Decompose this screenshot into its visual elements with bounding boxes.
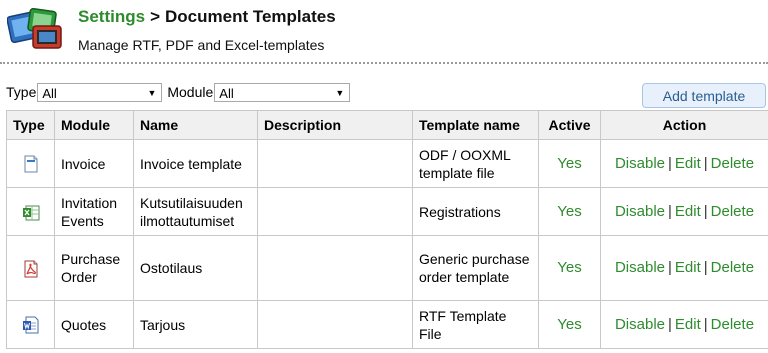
active-status: Yes (538, 139, 601, 188)
breadcrumb-settings-link[interactable]: Settings (78, 7, 145, 26)
page-subtitle: Manage RTF, PDF and Excel-templates (78, 37, 325, 53)
dropdown-arrow-icon: ▼ (147, 87, 157, 98)
action-separator: | (668, 315, 672, 333)
template-name-cell: Registrations (412, 187, 539, 236)
disable-link[interactable]: Disable (615, 155, 665, 172)
module-cell: Invitation Events (54, 187, 134, 236)
delete-link[interactable]: Delete (711, 259, 754, 276)
col-header-active: Active (538, 110, 601, 140)
type-cell (6, 139, 55, 188)
module-filter-value: All (219, 85, 234, 101)
name-cell: Invoice template (133, 139, 258, 188)
dropdown-arrow-icon: ▼ (335, 87, 345, 98)
active-status: Yes (538, 187, 601, 236)
col-header-template-name: Template name (412, 110, 539, 140)
delete-link[interactable]: Delete (711, 316, 754, 333)
edit-link[interactable]: Edit (675, 259, 701, 276)
action-separator: | (703, 202, 708, 220)
action-separator: | (703, 315, 708, 333)
edit-link[interactable]: Edit (675, 316, 701, 333)
module-cell: Quotes (54, 300, 134, 349)
module-filter-select[interactable]: All ▼ (214, 82, 351, 102)
header-divider (0, 62, 768, 64)
active-status: Yes (538, 235, 601, 301)
type-cell (6, 235, 55, 301)
action-cell: Disable | Edit | Delete (600, 235, 768, 301)
table-row: Quotes Tarjous RTF Template File Yes Dis… (6, 300, 768, 349)
module-cell: Invoice (54, 139, 134, 188)
name-cell: Tarjous (133, 300, 258, 349)
module-filter-label: Module (167, 84, 214, 100)
page-title: Document Templates (165, 7, 336, 26)
breadcrumb-separator: > (150, 7, 160, 26)
type-filter-value: All (42, 85, 57, 101)
action-cell: Disable | Edit | Delete (600, 139, 768, 188)
name-cell: Kutsutilaisuuden ilmottautumiset (133, 187, 258, 236)
action-separator: | (668, 154, 672, 172)
col-header-description: Description (257, 110, 413, 140)
template-name-cell: Generic purchase order template (412, 235, 539, 301)
action-separator: | (668, 202, 672, 220)
add-template-button[interactable]: Add template (642, 83, 766, 108)
odf-document-icon (24, 155, 37, 173)
action-cell: Disable | Edit | Delete (600, 187, 768, 236)
delete-link[interactable]: Delete (711, 203, 754, 220)
table-row: Invoice Invoice template ODF / OOXML tem… (6, 139, 768, 188)
type-cell (6, 187, 55, 236)
type-filter-label: Type (6, 84, 37, 100)
disable-link[interactable]: Disable (615, 259, 665, 276)
word-file-icon (22, 316, 38, 334)
col-header-name: Name (133, 110, 258, 140)
edit-link[interactable]: Edit (675, 203, 701, 220)
col-header-module: Module (54, 110, 134, 140)
col-header-type: Type (6, 110, 55, 140)
breadcrumb: Settings > Document Templates (78, 7, 336, 27)
pdf-file-icon (24, 260, 37, 278)
name-cell: Ostotilaus (133, 235, 258, 301)
description-cell (257, 187, 413, 236)
action-separator: | (703, 259, 708, 276)
action-separator: | (703, 154, 708, 172)
type-filter-select[interactable]: All ▼ (37, 82, 163, 102)
description-cell (257, 300, 413, 349)
template-name-cell: ODF / OOXML template file (412, 139, 539, 188)
windows-app-icon (7, 8, 62, 49)
delete-link[interactable]: Delete (711, 155, 754, 172)
templates-table: Type Module Name Description Template na… (6, 110, 768, 349)
col-header-action: Action (600, 110, 768, 140)
active-status: Yes (538, 300, 601, 349)
module-cell: Purchase Order (54, 235, 134, 301)
filter-bar: Type All ▼ Module All ▼ (6, 82, 351, 102)
template-name-cell: RTF Template File (412, 300, 539, 349)
description-cell (257, 139, 413, 188)
disable-link[interactable]: Disable (615, 203, 665, 220)
table-row: Purchase Order Ostotilaus Generic purcha… (6, 235, 768, 301)
action-separator: | (668, 259, 672, 276)
edit-link[interactable]: Edit (675, 155, 701, 172)
table-header-row: Type Module Name Description Template na… (6, 110, 768, 140)
description-cell (257, 235, 413, 301)
disable-link[interactable]: Disable (615, 316, 665, 333)
type-cell (6, 300, 55, 349)
excel-file-icon (22, 205, 39, 221)
action-cell: Disable | Edit | Delete (600, 300, 768, 349)
page-header: Settings > Document Templates Manage RTF, … (0, 0, 768, 62)
table-row: Invitation Events Kutsutilaisuuden ilmot… (6, 187, 768, 236)
